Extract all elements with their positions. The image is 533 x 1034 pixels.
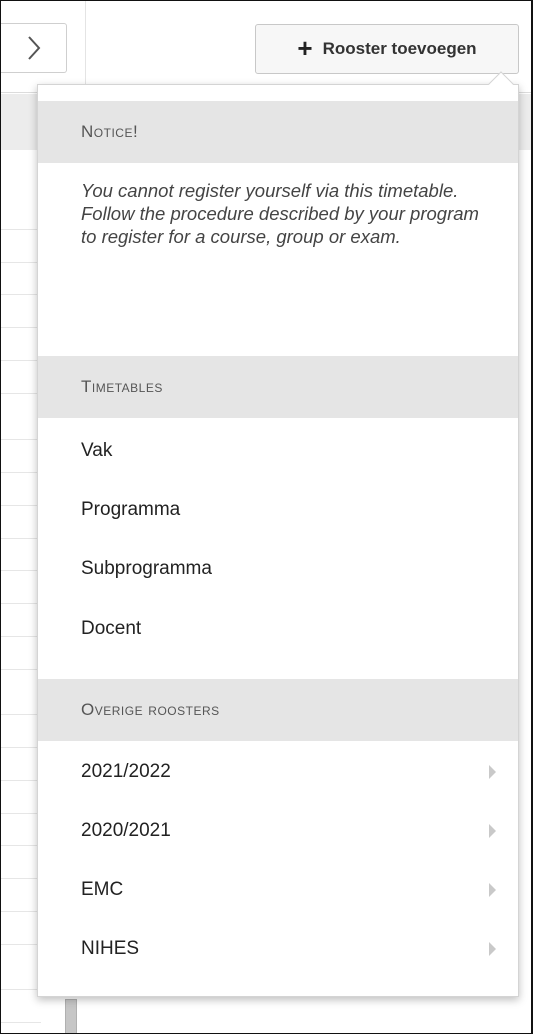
other-timetables-heading: Overige roosters <box>38 679 518 741</box>
submenu-arrow-icon <box>489 883 496 897</box>
grid-line <box>1 878 41 879</box>
menu-item-emc[interactable]: EMC <box>38 863 518 917</box>
timetables-heading: Timetables <box>38 356 518 418</box>
menu-item-label: Subprogramma <box>81 558 212 579</box>
add-timetable-button[interactable]: + Rooster toevoegen <box>255 24 519 74</box>
menu-item-docent[interactable]: Docent <box>38 602 518 656</box>
add-timetable-dropdown: Notice! You cannot register yourself via… <box>37 71 519 997</box>
notice-text: You cannot register yourself via this ti… <box>81 180 479 247</box>
menu-item-2020-2021[interactable]: 2020/2021 <box>38 804 518 858</box>
chevron-right-icon <box>27 36 40 60</box>
grid-line <box>1 669 41 670</box>
grid-line <box>1 570 41 571</box>
grid-line <box>1 360 41 361</box>
grid-line <box>1 294 41 295</box>
plus-icon: + <box>297 33 313 63</box>
grid-line <box>1 327 41 328</box>
menu-item-label: Programma <box>81 499 181 520</box>
grid-line <box>1 911 41 912</box>
menu-item-label: EMC <box>81 879 124 900</box>
grid-line <box>1 813 41 814</box>
submenu-arrow-icon <box>489 765 496 779</box>
grid-line <box>1 603 41 604</box>
grid-line <box>1 636 41 637</box>
grid-line <box>1 229 41 230</box>
grid-line <box>1 747 41 748</box>
grid-line <box>1 780 41 781</box>
toolbar: + Rooster toevoegen <box>1 1 531 93</box>
menu-item-vak[interactable]: Vak <box>38 424 518 478</box>
grid-line <box>1 989 41 990</box>
menu-item-label: 2020/2021 <box>81 820 171 841</box>
add-timetable-label: Rooster toevoegen <box>322 39 477 58</box>
submenu-arrow-icon <box>489 942 496 956</box>
toolbar-divider <box>85 1 86 93</box>
grid-line <box>1 1022 41 1023</box>
submenu-arrow-icon <box>489 824 496 838</box>
menu-item-label: NIHES <box>81 938 140 959</box>
grid-line <box>1 538 41 539</box>
notice-heading: Notice! <box>38 101 518 163</box>
menu-item-2021-2022[interactable]: 2021/2022 <box>38 745 518 799</box>
menu-item-label: Docent <box>81 618 142 639</box>
app-frame: + Rooster toevoegen Notice! You cannot r… <box>0 0 533 1034</box>
menu-item-programma[interactable]: Programma <box>38 483 518 537</box>
grid-line <box>1 262 41 263</box>
grid-line <box>1 845 41 846</box>
scrollbar-thumb[interactable] <box>65 999 77 1033</box>
menu-item-subprogramma[interactable]: Subprogramma <box>38 542 518 596</box>
grid-line <box>1 505 41 506</box>
menu-item-nihes[interactable]: NIHES <box>38 922 518 976</box>
grid-line <box>1 472 41 473</box>
menu-item-label: Vak <box>81 440 113 461</box>
menu-item-label: 2021/2022 <box>81 761 171 782</box>
grid-line <box>1 714 41 715</box>
grid-line <box>1 944 41 945</box>
next-button[interactable] <box>1 23 67 73</box>
grid-line <box>1 439 41 440</box>
grid-line <box>1 393 41 394</box>
